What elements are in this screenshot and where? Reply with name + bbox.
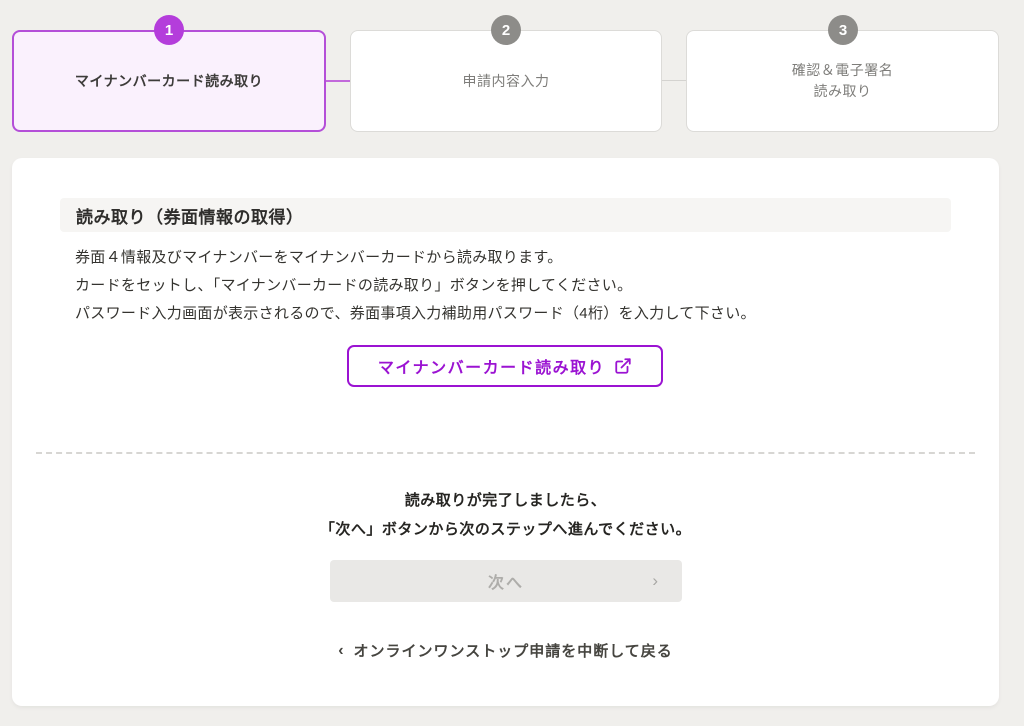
dashed-divider xyxy=(36,452,975,454)
step-connector-1-2 xyxy=(326,80,350,82)
step-1-number-badge: 1 xyxy=(154,15,184,45)
step-3-label-line1: 確認＆電子署名 xyxy=(792,62,894,78)
instruction-line-3: パスワード入力画面が表示されるので、券面事項入力補助用パスワード（4桁）を入力し… xyxy=(75,300,951,328)
chevron-left-icon: ‹ xyxy=(338,642,344,660)
onestop-application-screen: マイナンバーカード読み取り 申請内容入力 確認＆電子署名 読み取り 1 2 3 … xyxy=(0,0,1024,726)
next-button-label: 次へ xyxy=(488,569,524,593)
completion-note: 読み取りが完了しましたら、 「次へ」ボタンから次のステップへ進んでください。 xyxy=(12,486,999,544)
step-connector-2-3 xyxy=(662,80,686,81)
step-3-number-badge: 3 xyxy=(828,15,858,45)
step-3-label: 確認＆電子署名 読み取り xyxy=(792,60,894,102)
step-3-confirm-signature: 確認＆電子署名 読み取り xyxy=(686,30,999,132)
chevron-right-icon: › xyxy=(652,571,660,591)
completion-note-line2: 「次へ」ボタンから次のステップへ進んでください。 xyxy=(320,521,691,538)
instructions: 券面４情報及びマイナンバーをマイナンバーカードから読み取ります。 カードをセット… xyxy=(75,244,951,328)
step-1-card-read: マイナンバーカード読み取り xyxy=(12,30,326,132)
step-1-label: マイナンバーカード読み取り xyxy=(75,71,263,92)
card-read-panel: 読み取り（券面情報の取得） 券面４情報及びマイナンバーをマイナンバーカードから読… xyxy=(12,158,999,706)
next-button[interactable]: 次へ › xyxy=(330,560,682,602)
step-2-application-input: 申請内容入力 xyxy=(350,30,662,132)
completion-note-line1: 読み取りが完了しましたら、 xyxy=(405,492,607,509)
abort-and-return-link[interactable]: ‹ オンラインワンストップ申請を中断して戻る xyxy=(12,640,999,661)
step-2-number-badge: 2 xyxy=(491,15,521,45)
mynumber-card-read-button[interactable]: マイナンバーカード読み取り xyxy=(347,345,663,387)
section-heading: 読み取り（券面情報の取得） xyxy=(60,198,951,232)
instruction-line-1: 券面４情報及びマイナンバーをマイナンバーカードから読み取ります。 xyxy=(75,244,951,272)
step-3-label-line2: 読み取り xyxy=(814,83,872,99)
instruction-line-2: カードをセットし、「マイナンバーカードの読み取り」ボタンを押してください。 xyxy=(75,272,951,300)
step-2-label: 申請内容入力 xyxy=(463,71,550,92)
mynumber-card-read-button-label: マイナンバーカード読み取り xyxy=(378,354,605,378)
abort-and-return-link-label: オンラインワンストップ申請を中断して戻る xyxy=(354,640,673,661)
external-link-icon xyxy=(614,357,632,375)
